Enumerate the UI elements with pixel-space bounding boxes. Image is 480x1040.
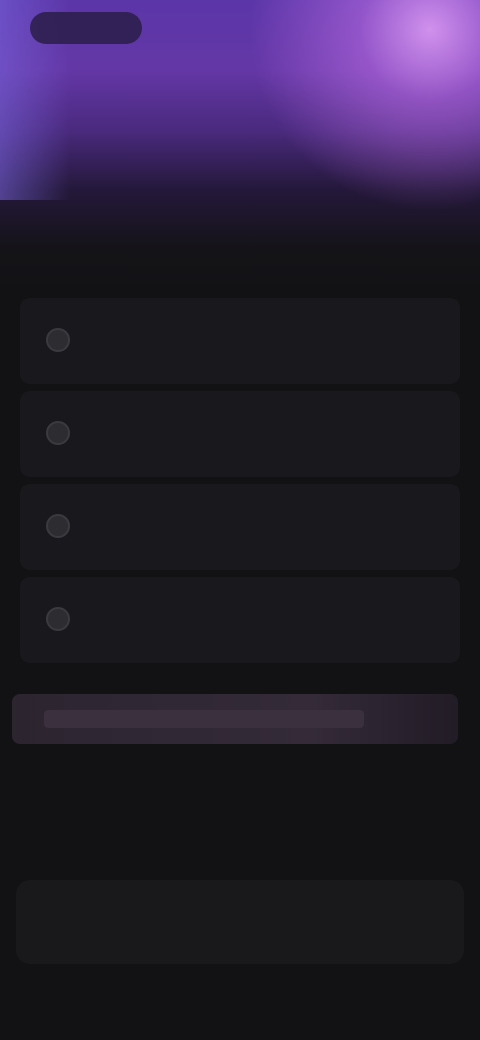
radio-icon[interactable] xyxy=(46,514,70,538)
hint-banner xyxy=(12,694,458,744)
radio-icon[interactable] xyxy=(46,607,70,631)
hint-text xyxy=(44,710,364,728)
option-4[interactable] xyxy=(20,577,460,663)
radio-icon[interactable] xyxy=(46,421,70,445)
option-2[interactable] xyxy=(20,391,460,477)
app-logo xyxy=(30,12,142,44)
radio-icon[interactable] xyxy=(46,328,70,352)
footer-panel xyxy=(16,880,464,964)
top-bar xyxy=(24,12,456,92)
option-3[interactable] xyxy=(20,484,460,570)
option-1[interactable] xyxy=(20,298,460,384)
answer-options xyxy=(20,298,460,670)
survey-screen xyxy=(0,0,480,1040)
continue-button[interactable] xyxy=(16,880,464,964)
